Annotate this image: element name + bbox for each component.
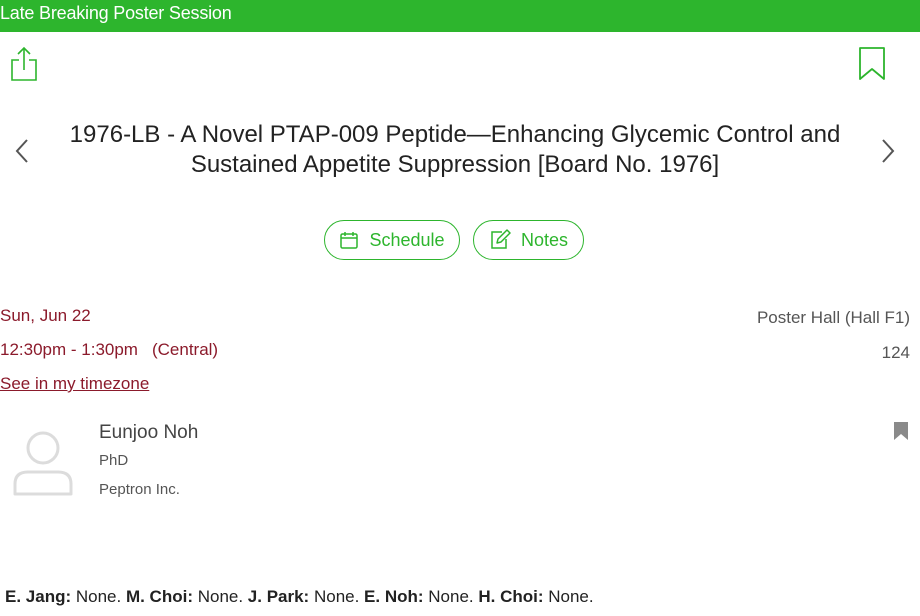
session-location: Poster Hall (Hall F1) bbox=[756, 308, 910, 327]
schedule-label: Schedule bbox=[369, 229, 445, 250]
notes-label: Notes bbox=[520, 229, 569, 250]
chevron-left-icon[interactable] bbox=[12, 136, 32, 166]
edit-icon bbox=[489, 229, 511, 251]
bookmark-filled-icon[interactable] bbox=[893, 421, 909, 441]
disclosure-value: None. bbox=[192, 587, 248, 606]
session-time: 12:30pm - 1:30pm (Central) bbox=[0, 340, 218, 360]
disclosure-value: None. bbox=[543, 587, 594, 606]
disclosure-author: H. Choi: bbox=[478, 587, 544, 606]
schedule-button[interactable]: Schedule bbox=[324, 220, 460, 260]
disclosure-author: E. Jang: bbox=[5, 587, 72, 606]
session-date: Sun, Jun 22 bbox=[0, 306, 91, 325]
disclosure-author: J. Park: bbox=[247, 587, 310, 606]
disclosure-value: None. bbox=[71, 587, 126, 606]
disclosure-value: None. bbox=[309, 587, 365, 606]
calendar-icon bbox=[339, 230, 359, 250]
disclosure-author: E. Noh: bbox=[364, 587, 424, 606]
bookmark-icon[interactable] bbox=[858, 46, 886, 82]
disclosure-value: None. bbox=[423, 587, 479, 606]
speaker-degree: PhD bbox=[99, 452, 129, 469]
speaker-name[interactable]: Eunjoo Noh bbox=[99, 422, 198, 444]
session-time-range: 12:30pm - 1:30pm bbox=[0, 340, 138, 359]
session-type-label: Late Breaking Poster Session bbox=[0, 3, 232, 23]
share-icon[interactable] bbox=[10, 46, 38, 82]
speaker-organization: Peptron Inc. bbox=[99, 481, 180, 498]
disclosure-author: M. Choi: bbox=[125, 587, 193, 606]
session-title: 1976-LB - A Novel PTAP-009 Peptide—Enhan… bbox=[69, 121, 841, 178]
session-room: 124 bbox=[881, 343, 910, 362]
notes-button[interactable]: Notes bbox=[473, 220, 584, 260]
user-avatar-icon bbox=[12, 424, 74, 496]
session-type-banner: Late Breaking Poster Session bbox=[0, 0, 920, 32]
chevron-right-icon[interactable] bbox=[878, 136, 898, 166]
disclosure-statement: E. Jang: None. M. Choi: None. J. Park: N… bbox=[5, 587, 594, 607]
session-timezone: (Central) bbox=[151, 340, 219, 359]
timezone-link[interactable]: See in my timezone bbox=[0, 374, 149, 394]
